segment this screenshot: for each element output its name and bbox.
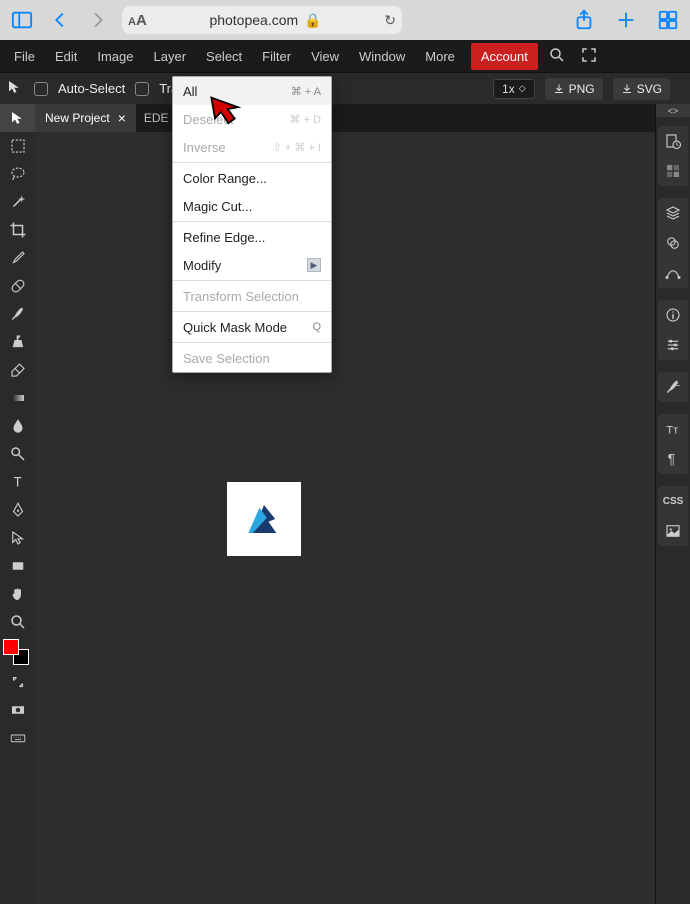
menu-edit[interactable]: Edit	[45, 42, 87, 71]
transform-checkbox[interactable]	[135, 82, 149, 96]
reader-icon[interactable]: AA	[128, 12, 147, 29]
svg-text:Tт: Tт	[666, 425, 678, 437]
history-panel-icon[interactable]	[658, 126, 688, 156]
export-png-button[interactable]: PNG	[545, 78, 603, 100]
paths-panel-icon[interactable]	[658, 258, 688, 288]
panel-dock: Tт ¶ CSS	[656, 104, 690, 904]
eraser-tool[interactable]	[0, 356, 35, 384]
move-tool[interactable]	[0, 104, 35, 132]
dropdown-magic-cut[interactable]: Magic Cut...	[173, 192, 331, 220]
healing-tool[interactable]	[0, 272, 35, 300]
lasso-tool[interactable]	[0, 160, 35, 188]
css-panel-icon[interactable]: CSS	[658, 486, 688, 516]
info-panel-icon[interactable]	[658, 300, 688, 330]
new-tab-icon[interactable]	[612, 6, 640, 34]
adjust-panel-icon[interactable]	[658, 330, 688, 360]
dropdown-save-selection: Save Selection	[173, 344, 331, 372]
svg-text:¶: ¶	[668, 452, 675, 467]
swatches-panel-icon[interactable]	[658, 156, 688, 186]
reload-button[interactable]: ↻	[384, 12, 396, 29]
tab-secondary[interactable]: EDE	[136, 104, 177, 132]
export-svg-button[interactable]: SVG	[613, 78, 670, 100]
marquee-tool[interactable]	[0, 132, 35, 160]
lock-icon: 🔒	[304, 12, 321, 29]
back-button[interactable]	[46, 6, 74, 34]
hand-tool[interactable]	[0, 580, 35, 608]
menu-image[interactable]: Image	[87, 42, 143, 71]
tab-label: New Project	[45, 111, 110, 125]
channels-panel-icon[interactable]	[658, 228, 688, 258]
dodge-tool[interactable]	[0, 440, 35, 468]
dropdown-modify[interactable]: Modify ▶	[173, 251, 331, 279]
type-tool[interactable]: T	[0, 468, 35, 496]
zoom-tool[interactable]	[0, 608, 35, 636]
clone-stamp-tool[interactable]	[0, 328, 35, 356]
brush-tool[interactable]	[0, 300, 35, 328]
menu-file[interactable]: File	[4, 42, 45, 71]
fullscreen-icon[interactable]	[580, 46, 598, 67]
quick-mask-icon[interactable]	[0, 696, 35, 724]
swap-colors-icon[interactable]	[0, 668, 35, 696]
address-bar[interactable]: AA photopea.com 🔒 ↻	[122, 6, 402, 34]
dropdown-color-range[interactable]: Color Range...	[173, 164, 331, 192]
blur-tool[interactable]	[0, 412, 35, 440]
document-logo-icon	[236, 491, 292, 547]
close-tab-icon[interactable]: ×	[118, 110, 126, 126]
share-icon[interactable]	[570, 6, 598, 34]
canvas-area[interactable]: New Project × EDE	[35, 104, 656, 904]
tab-new-project[interactable]: New Project ×	[35, 104, 136, 132]
document-tabs: New Project × EDE	[35, 104, 655, 132]
dropdown-all[interactable]: All⌘ + A	[173, 77, 331, 105]
select-menu-dropdown: All⌘ + A Deselect⌘ + D Inverse⇧ + ⌘ + I …	[172, 76, 332, 373]
search-icon[interactable]	[548, 46, 566, 67]
crop-tool[interactable]	[0, 216, 35, 244]
auto-select-label: Auto-Select	[58, 81, 125, 96]
code-view-toggle[interactable]: <>	[656, 104, 690, 117]
menu-filter[interactable]: Filter	[252, 42, 301, 71]
dropdown-transform: Transform Selection	[173, 282, 331, 310]
auto-select-checkbox[interactable]	[34, 82, 48, 96]
submenu-arrow-icon: ▶	[307, 258, 321, 272]
dropdown-deselect: Deselect⌘ + D	[173, 105, 331, 133]
safari-toolbar: AA photopea.com 🔒 ↻	[0, 0, 690, 40]
character-panel-icon[interactable]: Tт	[658, 414, 688, 444]
workspace: T New Project × EDE	[0, 104, 690, 904]
layers-panel-icon[interactable]	[658, 198, 688, 228]
tabs-overview-icon[interactable]	[654, 6, 682, 34]
dropdown-inverse: Inverse⇧ + ⌘ + I	[173, 133, 331, 161]
menu-more[interactable]: More	[415, 42, 465, 71]
magic-wand-tool[interactable]	[0, 188, 35, 216]
eyedropper-tool[interactable]	[0, 244, 35, 272]
keyboard-icon[interactable]	[0, 724, 35, 752]
image-asset-panel-icon[interactable]	[658, 516, 688, 546]
forward-button	[84, 6, 112, 34]
dropdown-refine-edge[interactable]: Refine Edge...	[173, 223, 331, 251]
path-select-tool[interactable]	[0, 524, 35, 552]
paragraph-panel-icon[interactable]: ¶	[658, 444, 688, 474]
move-cursor-icon	[6, 78, 24, 99]
menu-select[interactable]: Select	[196, 42, 252, 71]
gradient-tool[interactable]	[0, 384, 35, 412]
photopea-menu-bar: File Edit Image Layer Select Filter View…	[0, 40, 690, 72]
shape-tool[interactable]	[0, 552, 35, 580]
tool-palette: T	[0, 104, 35, 904]
menu-layer[interactable]: Layer	[144, 42, 197, 71]
sidebar-toggle-icon[interactable]	[8, 6, 36, 34]
menu-account[interactable]: Account	[471, 43, 538, 70]
zoom-dropdown[interactable]: 1x◇	[493, 79, 535, 99]
tab-label: EDE	[144, 111, 169, 125]
canvas-document[interactable]	[227, 482, 301, 556]
brush-panel-icon[interactable]	[658, 372, 688, 402]
options-bar: Auto-Select Transform Controls 1x◇ PNG S…	[0, 72, 690, 104]
pen-tool[interactable]	[0, 496, 35, 524]
dropdown-quick-mask[interactable]: Quick Mask ModeQ	[173, 313, 331, 341]
menu-view[interactable]: View	[301, 42, 349, 71]
svg-text:T: T	[13, 475, 21, 490]
url-text: photopea.com	[209, 12, 298, 28]
color-swatches[interactable]	[0, 636, 35, 668]
menu-window[interactable]: Window	[349, 42, 415, 71]
